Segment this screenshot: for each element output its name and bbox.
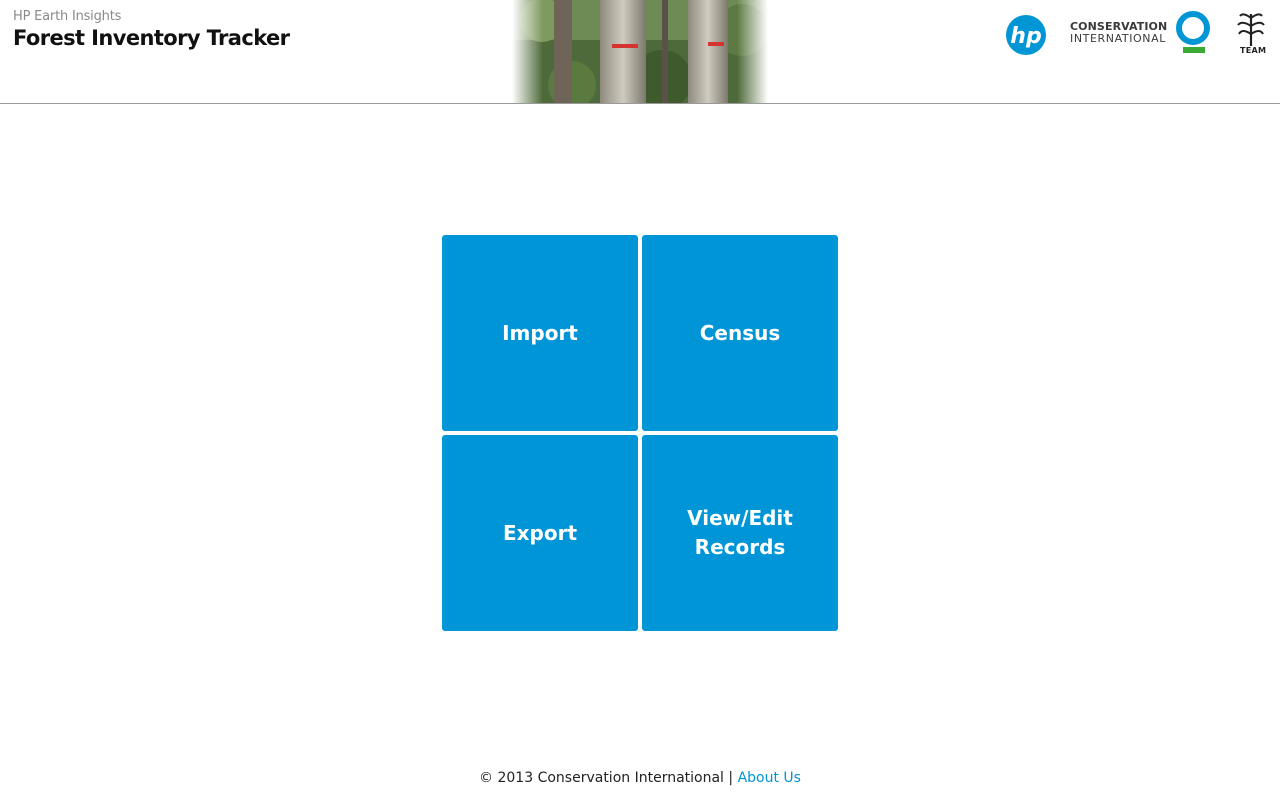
app-header: HP Earth Insights Forest Inventory Track…: [0, 0, 1280, 104]
import-tile-button[interactable]: Import: [442, 235, 638, 431]
about-us-link[interactable]: About Us: [738, 770, 801, 786]
census-tile-button[interactable]: Census: [642, 235, 838, 431]
team-logo-text: TEAM: [1240, 46, 1267, 55]
main-menu-grid: Import Census Export View/Edit Records: [442, 235, 838, 631]
ci-logo-line2: INTERNATIONAL: [1070, 32, 1166, 45]
import-tile-label: Import: [502, 320, 578, 345]
census-tile-label: Census: [699, 320, 781, 345]
conservation-international-logo: CONSERVATION INTERNATIONAL: [1070, 8, 1214, 56]
page-footer: © 2013 Conservation International | Abou…: [0, 770, 1280, 786]
app-title: Forest Inventory Tracker: [13, 26, 290, 50]
forest-banner-image: [512, 0, 768, 103]
export-tile-label: Export: [502, 520, 578, 545]
team-plant-icon: [1237, 13, 1265, 46]
app-subtitle: HP Earth Insights: [13, 9, 122, 24]
copyright-text: © 2013 Conservation International |: [479, 770, 734, 786]
ci-ring-icon: [1176, 11, 1210, 53]
export-tile-button[interactable]: Export: [442, 435, 638, 631]
hp-logo-text: hp: [1010, 24, 1041, 49]
view-edit-records-tile-button[interactable]: View/Edit Records: [642, 435, 838, 631]
team-logo: TEAM: [1234, 8, 1268, 56]
view-edit-records-tile-label: View/Edit Records: [687, 506, 793, 559]
hp-logo: hp: [1006, 15, 1046, 55]
